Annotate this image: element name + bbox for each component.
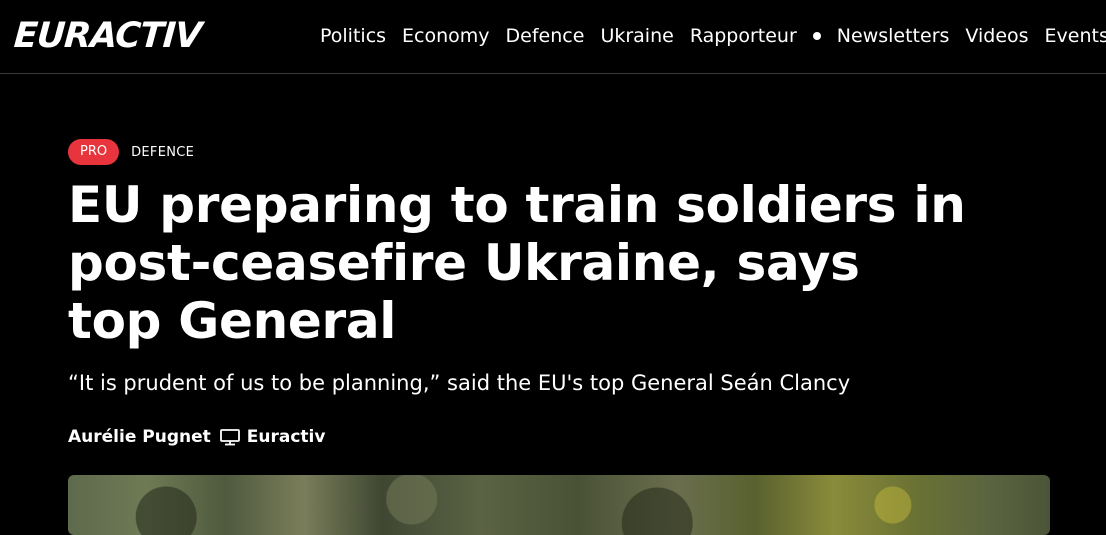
author-link[interactable]: Aurélie Pugnet (68, 424, 211, 450)
main-nav: Politics Economy Defence Ukraine Rapport… (320, 22, 1106, 50)
article-headline: EU preparing to train soldiers in post-c… (68, 176, 966, 350)
pro-badge: PRO (68, 139, 120, 165)
source-link[interactable]: Euractiv (247, 424, 326, 450)
nav-item-economy[interactable]: Economy (402, 22, 490, 50)
monitor-icon (219, 429, 240, 446)
nav-item-defence[interactable]: Defence (506, 22, 585, 50)
byline: Aurélie Pugnet Euractiv (68, 424, 325, 450)
article-tags: PRO DEFENCE (68, 139, 194, 165)
euractiv-logo[interactable]: EURACTIV (12, 14, 203, 58)
site-header: EURACTIV Politics Economy Defence Ukrain… (0, 0, 1106, 74)
nav-item-events[interactable]: Events (1045, 22, 1106, 50)
nav-separator-dot (812, 32, 821, 40)
nav-item-rapporteur[interactable]: Rapporteur (690, 22, 797, 50)
nav-item-ukraine[interactable]: Ukraine (600, 22, 673, 50)
article-subtitle: “It is prudent of us to be planning,” sa… (68, 371, 851, 395)
section-tag[interactable]: DEFENCE (131, 145, 194, 160)
nav-item-newsletters[interactable]: Newsletters (837, 22, 950, 50)
nav-item-videos[interactable]: Videos (965, 22, 1028, 50)
hero-image (68, 475, 1050, 535)
nav-item-politics[interactable]: Politics (320, 22, 386, 50)
